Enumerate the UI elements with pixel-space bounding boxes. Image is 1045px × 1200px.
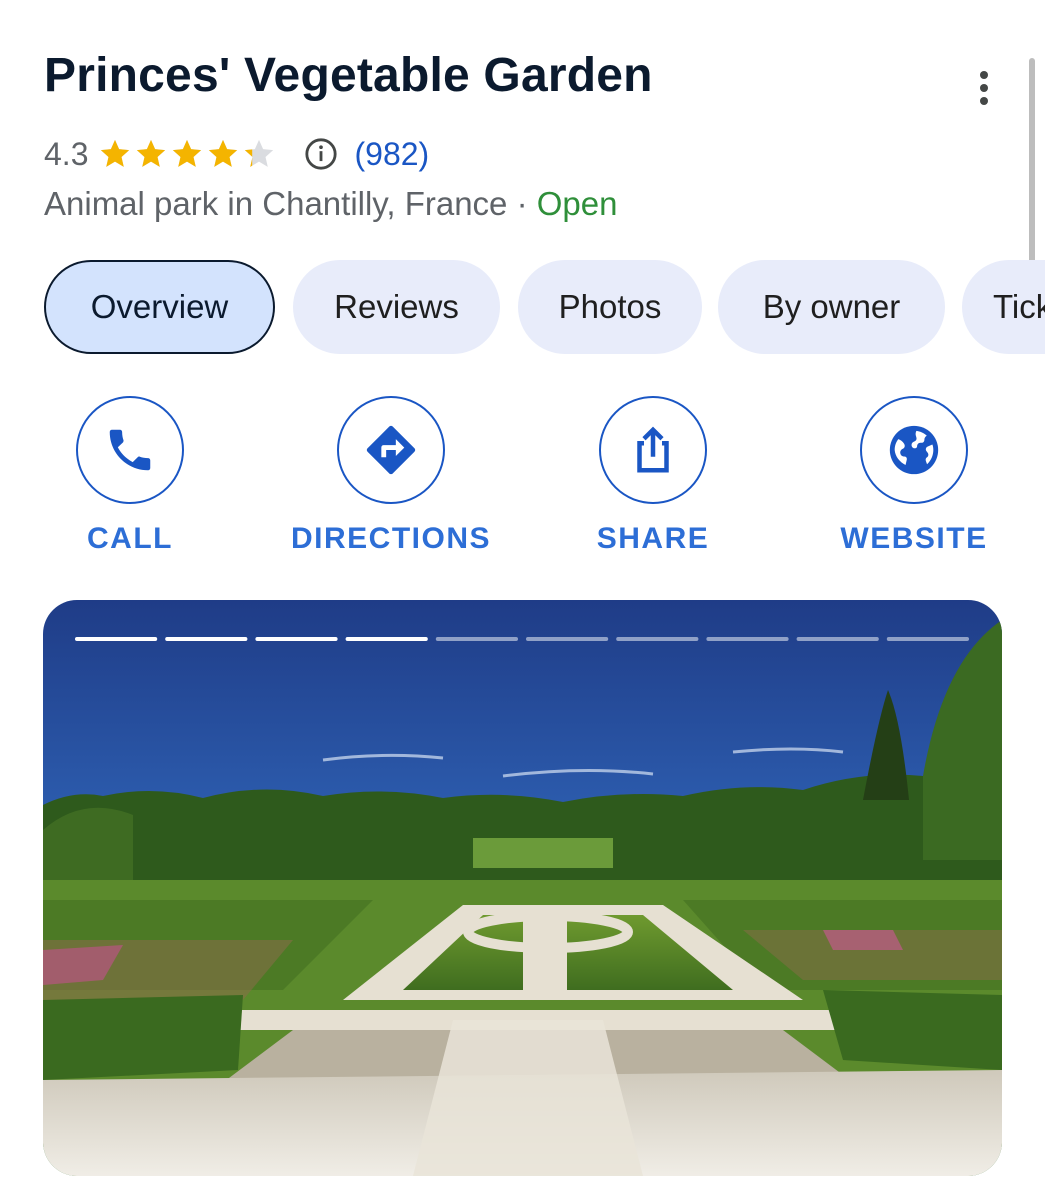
progress-segment	[706, 637, 789, 641]
tab-bar: Overview Reviews Photos By owner Tickets	[44, 260, 1045, 356]
photo-carousel[interactable]	[43, 600, 1002, 1176]
website-button[interactable]: WEBSITE	[804, 396, 1024, 566]
progress-segment	[75, 637, 158, 641]
website-label: WEBSITE	[840, 522, 988, 555]
place-category: Animal park in Chantilly, France	[44, 185, 508, 222]
rating-value: 4.3	[44, 135, 89, 172]
star-icon	[209, 139, 238, 167]
call-button[interactable]: CALL	[20, 396, 240, 566]
progress-segment	[435, 637, 518, 641]
call-label: CALL	[87, 522, 173, 555]
more-options-dot-icon	[980, 71, 988, 79]
share-button[interactable]: SHARE	[543, 396, 763, 566]
star-icon	[173, 139, 202, 167]
star-icon	[137, 139, 166, 167]
tab-tickets[interactable]: Tickets	[962, 260, 1045, 354]
tab-by-owner[interactable]: By owner	[718, 260, 945, 354]
garden-photo	[43, 600, 1002, 1176]
more-options-dot-icon	[980, 97, 988, 105]
more-options-dot-icon	[980, 84, 988, 92]
directions-circle[interactable]	[337, 396, 445, 504]
scrollbar[interactable]	[1029, 58, 1035, 288]
tab-photos[interactable]: Photos	[518, 260, 702, 354]
directions-label: DIRECTIONS	[290, 522, 491, 555]
info-icon[interactable]	[304, 137, 338, 171]
progress-segment	[345, 637, 428, 641]
star-rating	[98, 137, 278, 171]
share-icon	[637, 426, 669, 473]
place-title: Princes' Vegetable Garden	[44, 49, 653, 102]
share-label: SHARE	[596, 522, 710, 555]
progress-segment	[165, 637, 248, 641]
directions-button[interactable]: DIRECTIONS	[281, 396, 501, 566]
call-circle[interactable]	[76, 396, 184, 504]
star-icon	[101, 139, 130, 167]
tab-reviews[interactable]: Reviews	[293, 260, 500, 354]
progress-segment	[616, 637, 699, 641]
directions-icon	[366, 425, 416, 475]
progress-segment	[526, 637, 609, 641]
progress-segment	[796, 637, 879, 641]
website-circle[interactable]	[860, 396, 968, 504]
globe-icon	[889, 425, 939, 475]
separator: ·	[507, 185, 537, 222]
rating-row: 4.3 (982)	[44, 132, 429, 176]
tab-overview[interactable]: Overview	[44, 260, 275, 354]
place-subtitle: Animal park in Chantilly, France · Open	[44, 185, 617, 223]
open-status: Open	[536, 185, 618, 222]
share-circle[interactable]	[599, 396, 707, 504]
review-count-link[interactable]: (982)	[354, 136, 429, 173]
more-options-button[interactable]	[962, 66, 1006, 110]
progress-segment	[886, 637, 969, 641]
phone-icon	[109, 429, 151, 471]
star-icon	[245, 139, 274, 167]
progress-segment	[255, 637, 338, 641]
